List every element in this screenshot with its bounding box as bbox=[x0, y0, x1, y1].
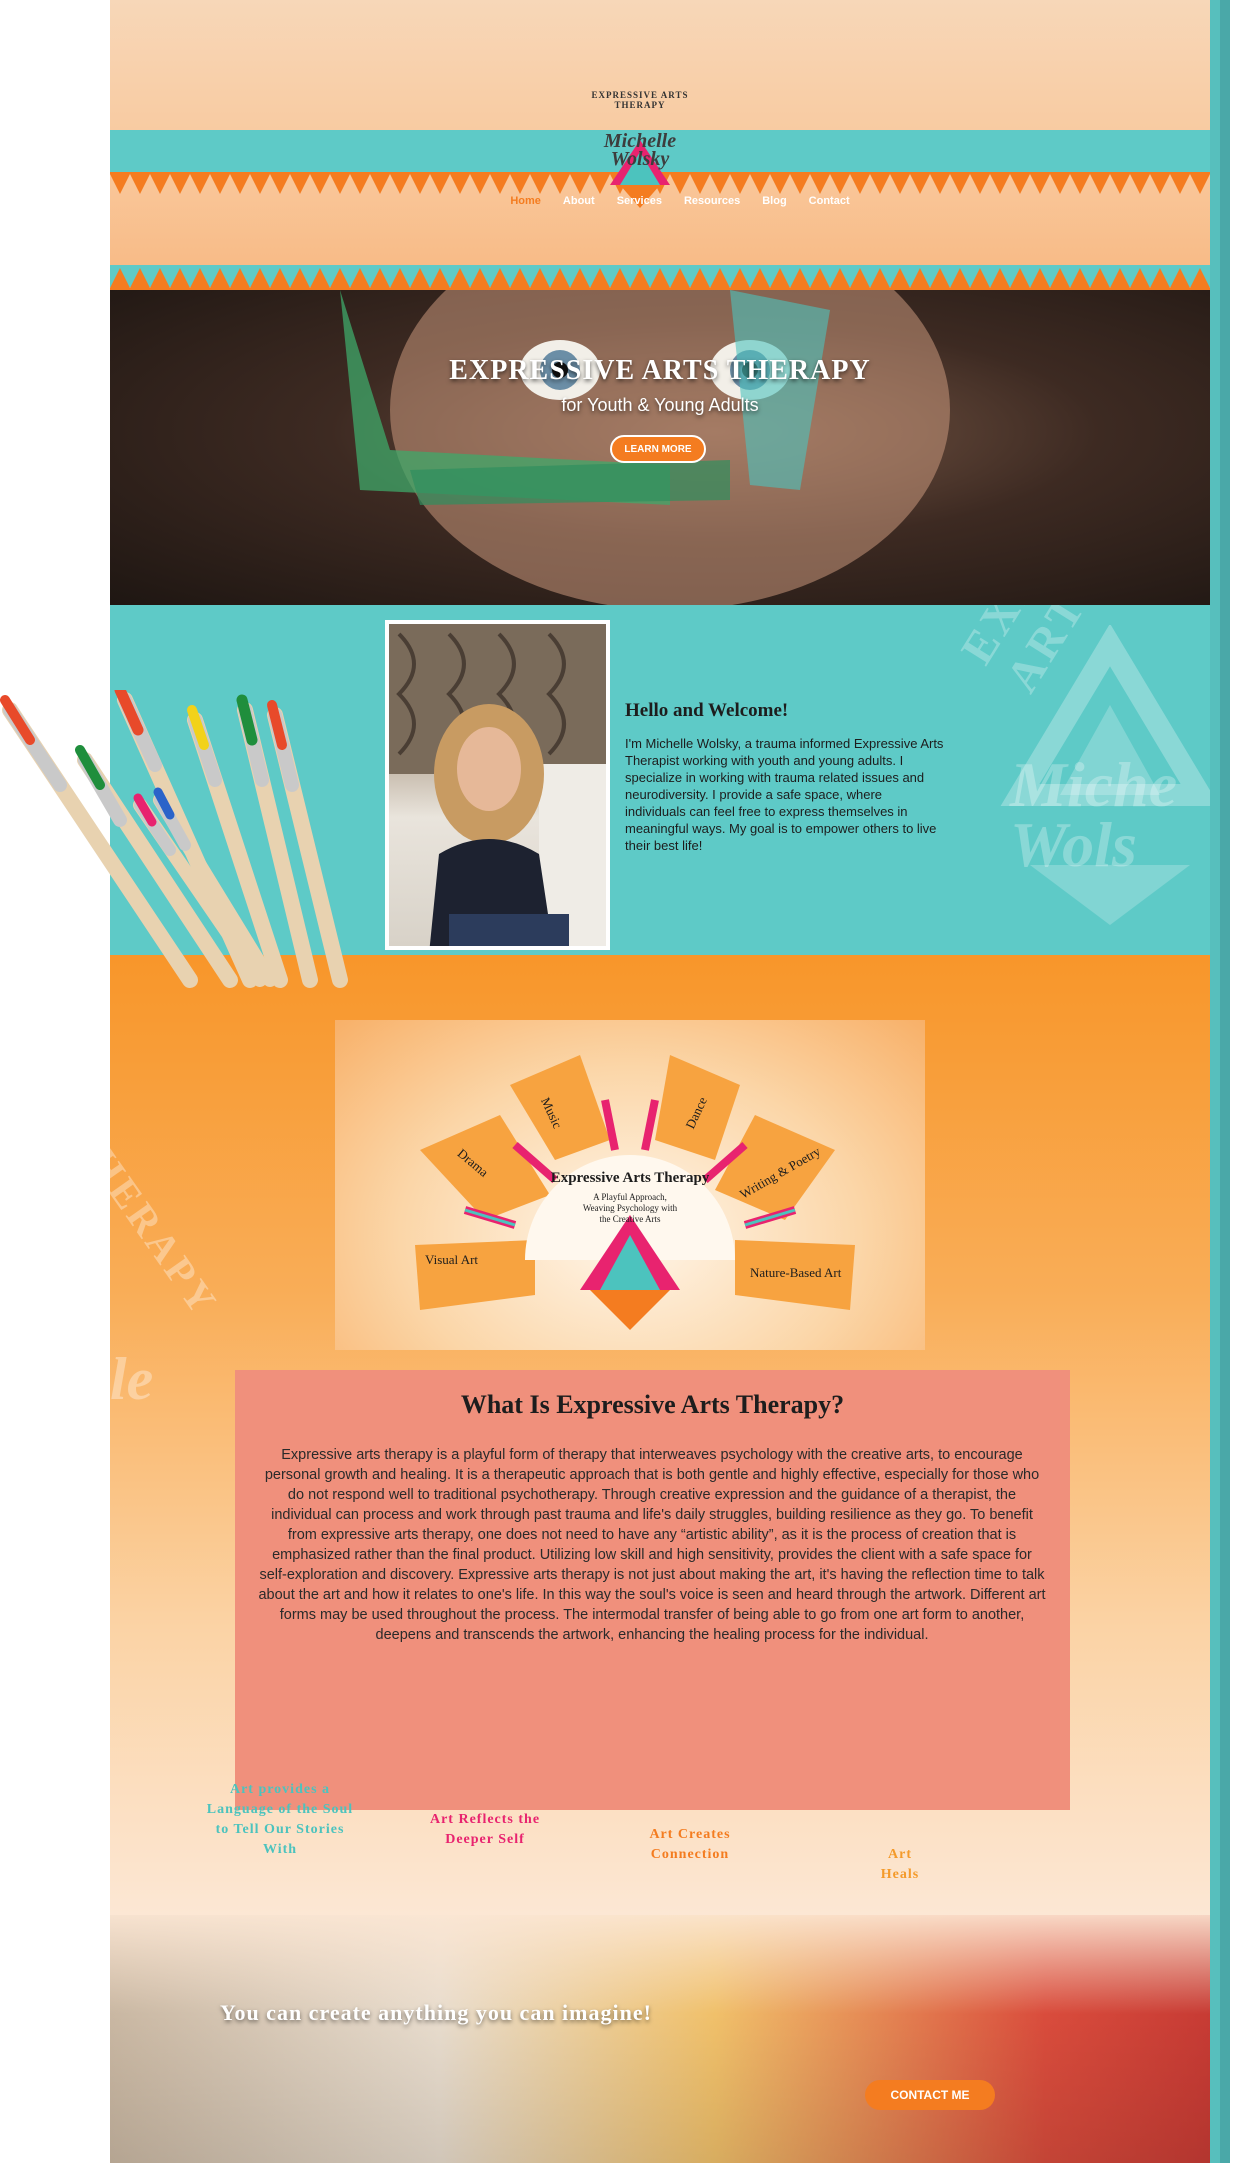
therapist-photo bbox=[385, 620, 610, 950]
ray-nature-based-art: Nature-Based Art bbox=[750, 1265, 842, 1280]
main-nav: Home About Services Resources Blog Conta… bbox=[470, 195, 890, 207]
sunburst-tagline-line2: Weaving Psychology with bbox=[582, 1203, 678, 1213]
quote-deeper-self: Art Reflects the Deeper Self bbox=[429, 1812, 541, 1847]
watermark-name-last: Wols bbox=[1010, 809, 1137, 880]
ray-visual-art: Visual Art bbox=[425, 1252, 479, 1267]
welcome-heading: Hello and Welcome! bbox=[625, 700, 789, 721]
watermark-name: Miche Wols bbox=[1010, 749, 1178, 880]
side-watermark-text: THERAPY bbox=[110, 1115, 228, 1325]
side-watermark-name: le bbox=[110, 1346, 154, 1412]
quote-creates-connection: Art Creates Connection bbox=[649, 1827, 731, 1862]
nav-home[interactable]: Home bbox=[510, 195, 541, 207]
quote-art-heals: Art Heals bbox=[880, 1847, 920, 1882]
quote-language-of-soul: Art provides a Language of the Soul to T… bbox=[206, 1782, 354, 1857]
portrait-image bbox=[389, 624, 606, 946]
site-logo[interactable]: EXPRESSIVE ARTS THERAPY Michelle Wolsky bbox=[580, 90, 700, 210]
site-header: EXPRESSIVE ARTS THERAPY Michelle Wolsky … bbox=[110, 0, 1210, 290]
bottom-tagline: You can create anything you can imagine! bbox=[220, 2000, 652, 2025]
hero-section: EXPRESSIVE ARTS THERAPY for Youth & Youn… bbox=[110, 290, 1210, 605]
nav-resources[interactable]: Resources bbox=[684, 195, 740, 207]
what-is-heading: What Is Expressive Arts Therapy? bbox=[460, 1390, 845, 1419]
hero-title: EXPRESSIVE ARTS THERAPY bbox=[449, 355, 871, 386]
paint-brushes-image bbox=[0, 690, 348, 988]
what-is-body: Expressive arts therapy is a playful for… bbox=[258, 1447, 1046, 1643]
sunburst-tagline-line1: A Playful Approach, bbox=[593, 1192, 667, 1202]
logo-ring-text: EXPRESSIVE ARTS THERAPY bbox=[591, 90, 689, 110]
sunburst-graphic: Visual Art Drama Music Dance Writing & P… bbox=[335, 1020, 925, 1350]
expressive-arts-section: THERAPY le Visual Art Drama Music Dance … bbox=[110, 955, 1210, 1915]
sunburst-title: Expressive Arts Therapy bbox=[550, 1170, 710, 1186]
nav-contact[interactable]: Contact bbox=[809, 195, 850, 207]
learn-more-button[interactable]: LEARN MORE bbox=[610, 435, 706, 463]
hero-subtitle: for Youth & Young Adults bbox=[561, 395, 759, 415]
logo-name: Michelle Wolsky bbox=[598, 131, 682, 170]
sunburst-tagline-line3: the Creative Arts bbox=[599, 1214, 661, 1224]
bottom-fade-overlay bbox=[110, 1915, 1210, 2163]
watermark-name-first: Miche bbox=[1010, 749, 1178, 820]
quotes-row: Art provides a Language of the Soul to T… bbox=[110, 1780, 1210, 1882]
zigzag-border-bottom bbox=[110, 268, 1210, 290]
nav-services[interactable]: Services bbox=[617, 195, 662, 207]
nav-about[interactable]: About bbox=[563, 195, 595, 207]
welcome-body: I'm Michelle Wolsky, a trauma informed E… bbox=[625, 736, 944, 853]
website-screenshot: EXPRESSIVE ARTS THERAPY Michelle Wolsky … bbox=[110, 0, 1210, 2163]
sunburst-tagline: A Playful Approach, Weaving Psychology w… bbox=[550, 1192, 710, 1225]
what-is-box: What Is Expressive Arts Therapy? Express… bbox=[235, 1370, 1070, 1810]
nav-blog[interactable]: Blog bbox=[762, 195, 786, 207]
contact-me-button[interactable]: CONTACT ME bbox=[865, 2080, 995, 2110]
bottom-cta-section: You can create anything you can imagine!… bbox=[110, 1915, 1210, 2163]
logo-name-last: Wolsky bbox=[610, 148, 670, 170]
